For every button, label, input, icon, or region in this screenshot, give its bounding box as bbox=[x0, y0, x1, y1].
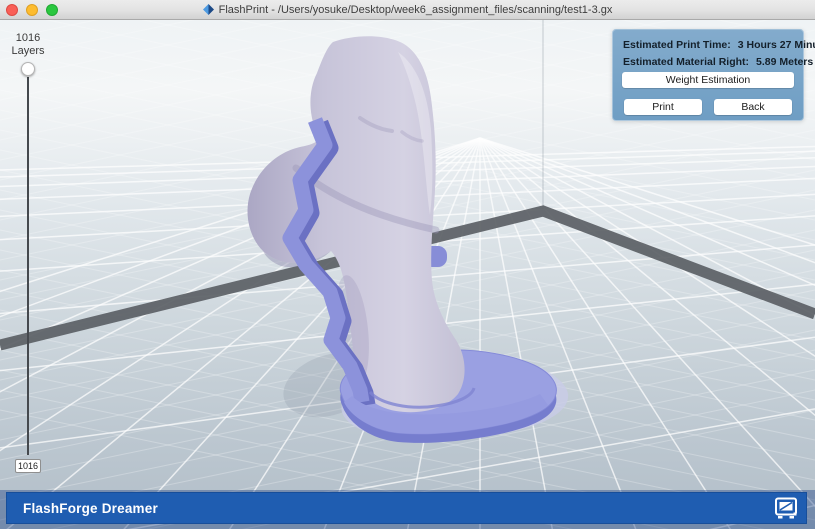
material-row: Estimated Material Right: 5.89 Meters bbox=[623, 56, 813, 68]
status-bar: FlashForge Dreamer bbox=[6, 492, 807, 524]
print-info-panel: Estimated Print Time:3 Hours 27 Minutes … bbox=[612, 29, 815, 121]
layer-unit-label: Layers bbox=[11, 45, 45, 57]
print-time-row: Estimated Print Time: 3 Hours 27 Minutes bbox=[623, 39, 815, 51]
window-title: FlashPrint - /Users/yosuke/Desktop/week6… bbox=[218, 3, 613, 16]
weight-estimation-button[interactable]: Weight Estimation bbox=[622, 72, 794, 88]
layer-current-value: 1016 bbox=[15, 459, 41, 473]
layer-slider-track[interactable] bbox=[27, 77, 29, 455]
print-button[interactable]: Print bbox=[624, 99, 702, 115]
flashprint-logo-icon bbox=[202, 4, 214, 15]
back-button[interactable]: Back bbox=[714, 99, 792, 115]
print-time-value: 3 Hours 27 Minutes bbox=[737, 39, 815, 51]
layer-slider-widget: 1016 Layers 1016 bbox=[0, 20, 60, 490]
minimize-button[interactable] bbox=[26, 4, 38, 16]
print-time-label: Estimated Print Time: bbox=[623, 39, 731, 51]
layer-count-label: 1016 bbox=[15, 32, 41, 44]
printer-name-label: FlashForge Dreamer bbox=[23, 500, 158, 516]
printer-icon[interactable] bbox=[774, 497, 798, 519]
layer-slider-handle[interactable] bbox=[21, 62, 35, 76]
close-button[interactable] bbox=[6, 4, 18, 16]
title-bar: FlashPrint - /Users/yosuke/Desktop/week6… bbox=[0, 0, 815, 20]
material-value: 5.89 Meters bbox=[756, 56, 814, 68]
material-label: Estimated Material Right: bbox=[623, 56, 750, 68]
zoom-button[interactable] bbox=[46, 4, 58, 16]
